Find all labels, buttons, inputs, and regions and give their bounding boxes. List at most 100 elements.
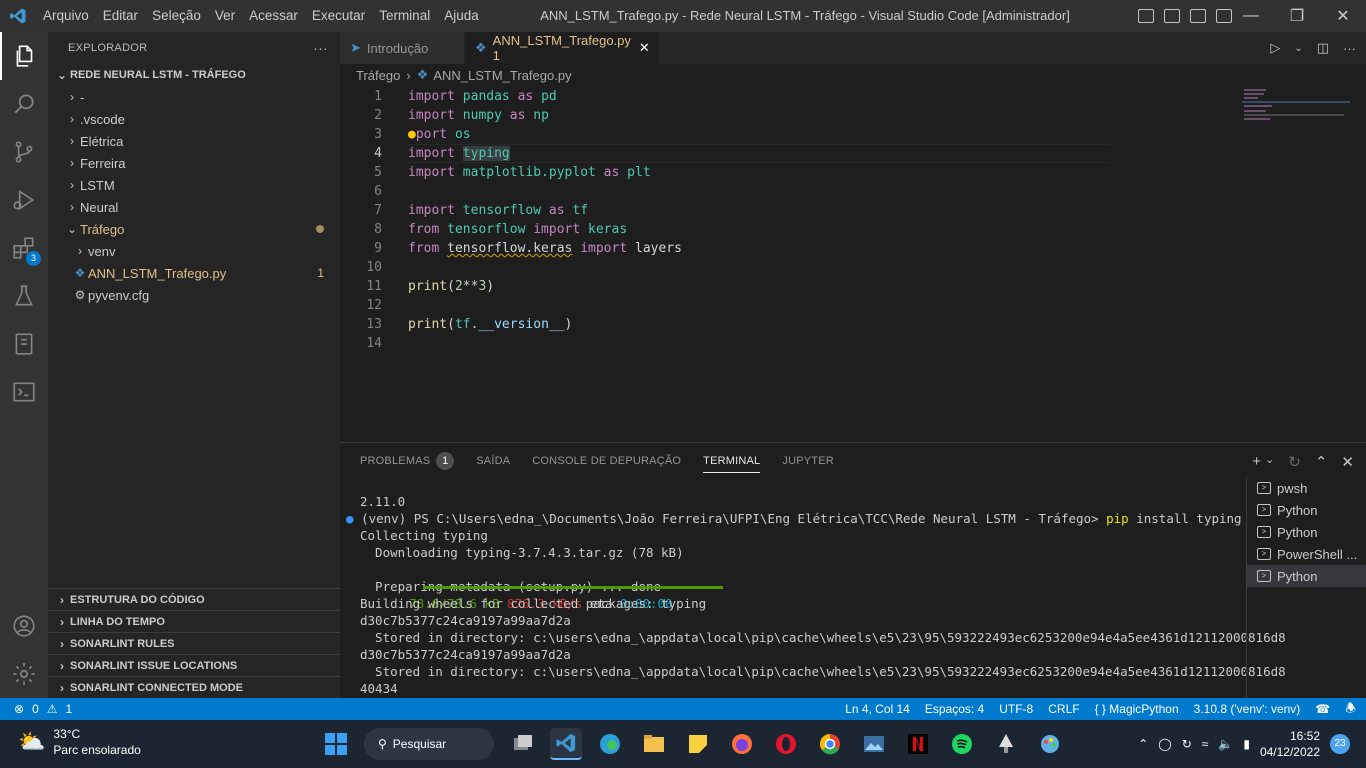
tree-folder-vscode[interactable]: › .vscode: [48, 108, 340, 130]
lightbulb-icon[interactable]: ●: [408, 127, 416, 142]
more-actions-icon[interactable]: ···: [313, 40, 328, 56]
sync-icon[interactable]: ↻: [1182, 737, 1192, 751]
tree-file-ann-lstm[interactable]: ❖ ANN_LSTM_Trafego.py 1: [48, 262, 340, 284]
terminal-item[interactable]: > Python: [1247, 521, 1366, 543]
toggle-secondary-sidebar-icon[interactable]: [1190, 9, 1206, 23]
tree-folder-lstm[interactable]: › LSTM: [48, 174, 340, 196]
pane-sonarlint-rules[interactable]: › SONARLINT RULES: [48, 632, 340, 654]
more-actions-icon[interactable]: ···: [1343, 41, 1356, 56]
run-debug-icon[interactable]: [0, 176, 48, 224]
close-window-icon[interactable]: ✕: [1320, 0, 1366, 32]
breadcrumb-folder[interactable]: Tráfego: [356, 68, 400, 83]
minimize-icon[interactable]: —: [1228, 0, 1274, 32]
tree-folder-neural[interactable]: › Neural: [48, 196, 340, 218]
menu-ver[interactable]: Ver: [208, 0, 242, 32]
chevron-up-icon[interactable]: ⌃: [1138, 737, 1148, 751]
python-interpreter[interactable]: 3.10.8 ('venv': venv): [1194, 702, 1301, 716]
workspace-root[interactable]: ⌄ REDE NEURAL LSTM - TRÁFEGO: [48, 64, 340, 86]
edge-icon[interactable]: [594, 728, 626, 760]
split-editor-icon[interactable]: ◫: [1317, 40, 1329, 56]
chrome-icon[interactable]: [814, 728, 846, 760]
pane-sonarlint-connected[interactable]: › SONARLINT CONNECTED MODE: [48, 676, 340, 698]
language-mode[interactable]: { } MagicPython: [1095, 702, 1179, 716]
tree-folder-eletrica[interactable]: › Elétrica: [48, 130, 340, 152]
notifications-bell-icon[interactable]: 🕭: [1345, 699, 1356, 720]
tab-ann-lstm[interactable]: ❖ ANN_LSTM_Trafego.py 1 ✕: [465, 32, 659, 64]
toggle-panel-icon[interactable]: [1164, 9, 1180, 23]
feedback-icon[interactable]: ☎: [1315, 702, 1330, 716]
firefox-icon[interactable]: [726, 728, 758, 760]
task-view-icon[interactable]: [506, 728, 538, 760]
clock[interactable]: 16:52 04/12/2022: [1260, 728, 1320, 760]
terminal-output[interactable]: 2.11.0 ● (venv) PS C:\Users\edna_\Docume…: [346, 493, 1286, 697]
explorer-icon[interactable]: [0, 32, 48, 80]
source-control-icon[interactable]: [0, 128, 48, 176]
close-panel-icon[interactable]: ✕: [1341, 453, 1354, 471]
wifi-icon[interactable]: ≈: [1202, 737, 1209, 751]
start-button-icon[interactable]: [320, 728, 352, 760]
run-python-icon[interactable]: ▷: [1270, 40, 1280, 56]
netflix-icon[interactable]: [902, 728, 934, 760]
menu-editar[interactable]: Editar: [96, 0, 145, 32]
pane-timeline[interactable]: › LINHA DO TEMPO: [48, 610, 340, 632]
minimap[interactable]: [1242, 87, 1352, 127]
file-explorer-icon[interactable]: [638, 728, 670, 760]
terminal-icon[interactable]: [0, 368, 48, 416]
menu-terminal[interactable]: Terminal: [372, 0, 437, 32]
testing-icon[interactable]: [0, 272, 48, 320]
menu-selecao[interactable]: Seleção: [145, 0, 208, 32]
menu-arquivo[interactable]: Arquivo: [36, 0, 96, 32]
search-icon[interactable]: [0, 80, 48, 128]
maximize-panel-icon[interactable]: ⌃: [1315, 453, 1328, 471]
volume-icon[interactable]: 🔈: [1218, 737, 1233, 751]
restart-icon[interactable]: ↻: [1288, 453, 1301, 471]
extensions-icon[interactable]: 3: [0, 224, 48, 272]
tree-folder-trafego[interactable]: ⌄ Tráfego: [48, 218, 340, 240]
pane-outline[interactable]: › ESTRUTURA DO CÓDIGO: [48, 588, 340, 610]
tab-saida[interactable]: SAÍDA: [476, 455, 510, 467]
terminal-item[interactable]: > Python: [1247, 499, 1366, 521]
accounts-icon[interactable]: [0, 602, 48, 650]
photos-icon[interactable]: [858, 728, 890, 760]
battery-icon[interactable]: ▮: [1243, 737, 1250, 751]
remote-explorer-icon[interactable]: [0, 320, 48, 368]
new-terminal-icon[interactable]: +: [1252, 453, 1261, 471]
weather-widget[interactable]: ⛅ 33°C Parc ensolarado: [18, 726, 141, 758]
tree-folder-ferreira[interactable]: › Ferreira: [48, 152, 340, 174]
tab-console-depuracao[interactable]: CONSOLE DE DEPURAÇÃO: [532, 455, 681, 467]
cursor-position[interactable]: Ln 4, Col 14: [845, 702, 910, 716]
chevron-down-icon[interactable]: ⌄: [1294, 43, 1302, 54]
terminal-item[interactable]: > PowerShell ...: [1247, 543, 1366, 565]
paint-icon[interactable]: [1034, 728, 1066, 760]
tree-file-pyvenv[interactable]: ⚙ pyvenv.cfg: [48, 284, 340, 306]
antivirus-icon[interactable]: ◯: [1158, 737, 1171, 751]
end-of-line[interactable]: CRLF: [1048, 702, 1079, 716]
notification-badge[interactable]: 23: [1330, 734, 1350, 754]
status-problems[interactable]: ⊗ 0 ⚠ 1: [0, 702, 72, 716]
tab-jupyter[interactable]: JUPYTER: [782, 455, 834, 467]
indentation[interactable]: Espaços: 4: [925, 702, 984, 716]
settings-gear-icon[interactable]: [0, 650, 48, 698]
toggle-sidebar-icon[interactable]: [1138, 9, 1154, 23]
tab-problemas[interactable]: PROBLEMAS 1: [360, 452, 455, 470]
tab-introducao[interactable]: ➤ Introdução: [340, 32, 465, 64]
sticky-notes-icon[interactable]: [682, 728, 714, 760]
chevron-down-icon[interactable]: ⌄: [1265, 453, 1274, 471]
taskbar-search[interactable]: ⚲ Pesquisar: [364, 728, 494, 760]
encoding[interactable]: UTF-8: [999, 702, 1033, 716]
breadcrumb-file[interactable]: ANN_LSTM_Trafego.py: [433, 68, 571, 83]
vscode-taskbar-icon[interactable]: [550, 728, 582, 760]
tab-terminal[interactable]: TERMINAL: [703, 455, 761, 473]
code-editor[interactable]: 1 import pandas as pd 2 import numpy as np…: [340, 87, 1240, 353]
spotify-icon[interactable]: [946, 728, 978, 760]
tree-folder-venv[interactable]: › venv: [48, 240, 340, 262]
restore-icon[interactable]: ❐: [1274, 0, 1320, 32]
opera-icon[interactable]: [770, 728, 802, 760]
terminal-item-selected[interactable]: > Python: [1247, 565, 1366, 587]
terminal-item[interactable]: > pwsh: [1247, 477, 1366, 499]
inkscape-icon[interactable]: [990, 728, 1022, 760]
menu-acessar[interactable]: Acessar: [242, 0, 305, 32]
close-tab-icon[interactable]: ✕: [639, 40, 650, 56]
tree-folder-dash[interactable]: › -: [48, 86, 340, 108]
menu-executar[interactable]: Executar: [305, 0, 372, 32]
